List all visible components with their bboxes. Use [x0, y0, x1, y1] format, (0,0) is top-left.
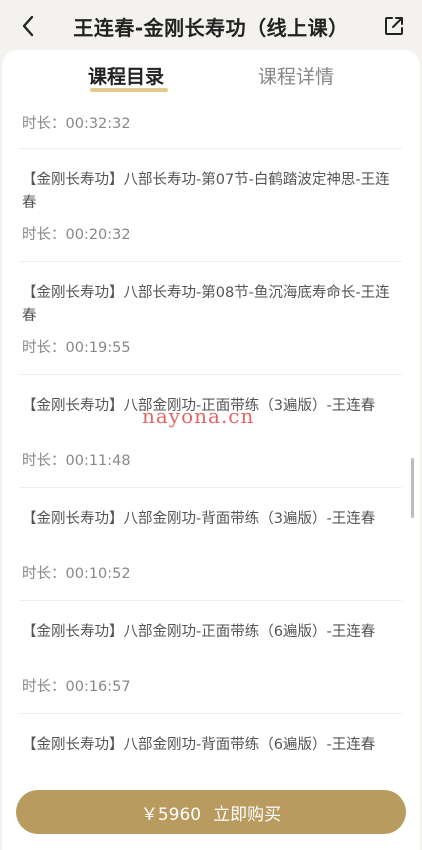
lesson-duration: 时长：00:10:52 [22, 566, 131, 582]
page-title: 王连春-金刚长寿功（线上课） [73, 15, 349, 40]
price-label: ￥5960 [140, 804, 202, 825]
tab-bar: 课程目录 课程详情 [2, 50, 420, 100]
chevron-left-icon [22, 15, 34, 37]
back-button[interactable] [14, 12, 42, 40]
list-item[interactable]: 时长：00:32:32 [20, 100, 402, 149]
lesson-title: 【金刚长寿功】八部金刚功-正面带练（6遍版）-王连春 [22, 624, 376, 640]
lesson-duration: 时长：00:32:32 [22, 116, 131, 132]
content-card: 课程目录 课程详情 时长：00:32:32 【金刚长寿功】八部长寿功-第07节-… [2, 50, 420, 850]
list-item[interactable]: 【金刚长寿功】八部长寿功-第08节-鱼沉海底寿命长-王连春 时长：00:19:5… [20, 262, 402, 375]
lesson-title: 【金刚长寿功】八部金刚功-背面带练（3遍版）-王连春 [22, 511, 376, 527]
tab-details[interactable]: 课程详情 [258, 62, 334, 89]
list-item[interactable]: 【金刚长寿功】八部金刚功-正面带练（3遍版）-王连春 时长：00:11:48 [20, 375, 402, 488]
lesson-title: 【金刚长寿功】八部长寿功-第08节-鱼沉海底寿命长-王连春 [22, 285, 390, 324]
lesson-list: 时长：00:32:32 【金刚长寿功】八部长寿功-第07节-白鹤踏波定神思-王连… [2, 100, 420, 827]
list-item[interactable]: 【金刚长寿功】八部长寿功-第07节-白鹤踏波定神思-王连春 时长：00:20:3… [20, 149, 402, 262]
lesson-title: 【金刚长寿功】八部金刚功-背面带练（6遍版）-王连春 [22, 737, 376, 753]
lesson-duration: 时长：00:11:48 [22, 453, 131, 469]
list-item[interactable]: 【金刚长寿功】八部金刚功-正面带练（6遍版）-王连春 时长：00:16:57 [20, 601, 402, 714]
share-icon [385, 17, 403, 35]
list-item[interactable]: 【金刚长寿功】八部金刚功-背面带练（3遍版）-王连春 时长：00:10:52 [20, 488, 402, 601]
lesson-duration: 时长：00:19:55 [22, 340, 131, 356]
active-tab-indicator [90, 88, 168, 92]
lesson-title: 【金刚长寿功】八部长寿功-第07节-白鹤踏波定神思-王连春 [22, 172, 390, 211]
lesson-duration: 时长：00:20:32 [22, 227, 131, 243]
scrollbar[interactable] [411, 458, 414, 518]
watermark-text: nayona.cn [142, 404, 255, 428]
lesson-duration: 时长：00:16:57 [22, 679, 131, 695]
buy-label: 立即购买 [213, 804, 282, 825]
tab-catalog[interactable]: 课程目录 [88, 62, 164, 89]
top-bar: 王连春-金刚长寿功（线上课） [0, 0, 422, 52]
buy-now-button[interactable]: ￥5960 立即购买 [16, 790, 406, 834]
share-button[interactable] [380, 12, 408, 40]
